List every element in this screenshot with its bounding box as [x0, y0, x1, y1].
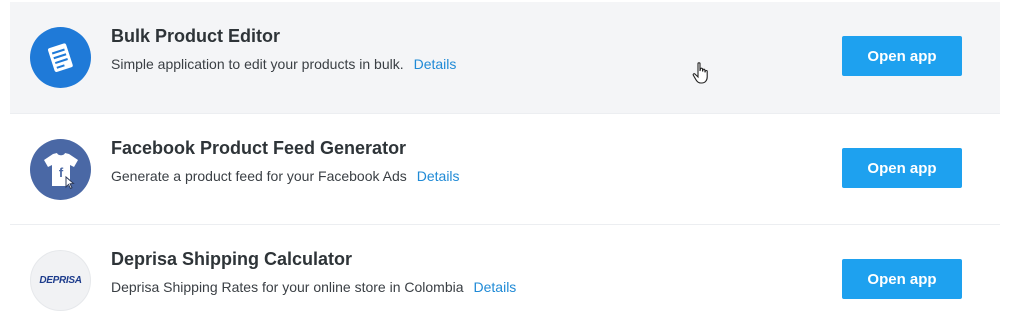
app-title: Bulk Product Editor [111, 26, 281, 46]
open-app-button[interactable]: Open app [842, 148, 962, 188]
open-app-button[interactable]: Open app [842, 36, 962, 76]
details-link[interactable]: Details [474, 279, 517, 295]
app-row-deprisa-shipping-calculator[interactable]: DEPRISA Deprisa Shipping Calculator Depr… [10, 224, 1000, 334]
hand-cursor-icon [692, 62, 708, 84]
app-description: Simple application to edit your products… [111, 56, 456, 72]
details-link[interactable]: Details [417, 168, 460, 184]
app-description-text: Deprisa Shipping Rates for your online s… [111, 279, 464, 295]
document-list-icon [30, 27, 91, 88]
app-row-bulk-product-editor[interactable]: Bulk Product Editor Simple application t… [10, 2, 1000, 113]
svg-text:f: f [58, 165, 63, 180]
app-row-facebook-product-feed-generator[interactable]: f Facebook Product Feed Generator Genera… [10, 113, 1000, 224]
app-description-text: Simple application to edit your products… [111, 56, 404, 72]
deprisa-logo-icon: DEPRISA [30, 250, 91, 311]
deprisa-logo: DEPRISA [39, 275, 82, 286]
app-description: Generate a product feed for your Faceboo… [111, 168, 460, 184]
facebook-tshirt-icon: f [30, 139, 91, 200]
app-list: Bulk Product Editor Simple application t… [0, 0, 1010, 334]
details-link[interactable]: Details [414, 56, 457, 72]
open-app-button[interactable]: Open app [842, 259, 962, 299]
app-description-text: Generate a product feed for your Faceboo… [111, 168, 407, 184]
app-description: Deprisa Shipping Rates for your online s… [111, 279, 516, 295]
app-title: Deprisa Shipping Calculator [111, 249, 353, 269]
app-title: Facebook Product Feed Generator [111, 138, 407, 158]
